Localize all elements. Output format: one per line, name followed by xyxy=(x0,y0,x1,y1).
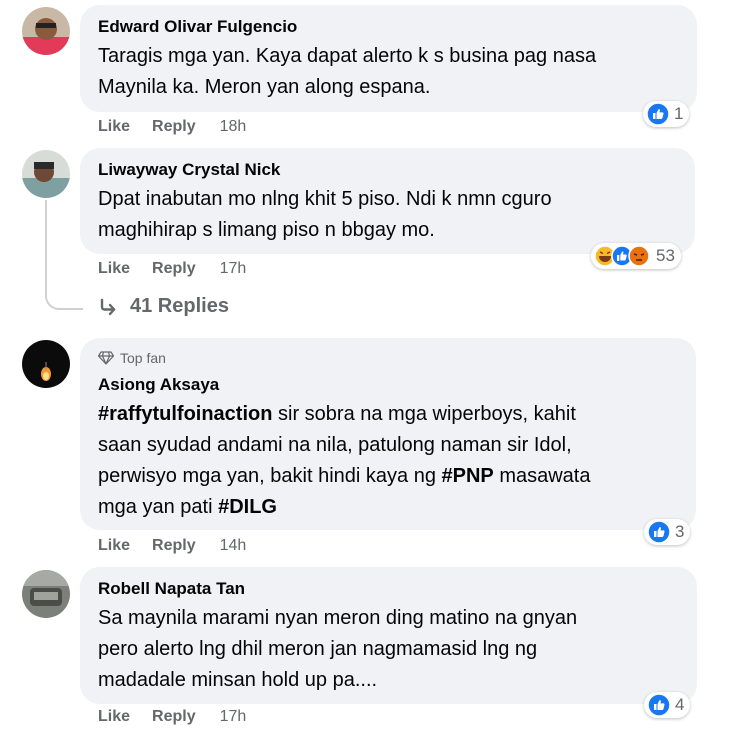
like-reaction-icon xyxy=(647,693,671,717)
comment-text: Sa maynila marami nyan meron ding matino… xyxy=(98,607,578,691)
comment-actions: Like Reply 17h xyxy=(98,708,246,726)
comment-timestamp[interactable]: 14h xyxy=(220,537,247,555)
comment-timestamp[interactable]: 17h xyxy=(220,708,247,726)
like-reaction-icon xyxy=(647,520,671,544)
like-reaction-icon xyxy=(646,102,670,126)
hashtag-link[interactable]: #raffytulfoinaction xyxy=(98,403,272,425)
reply-button[interactable]: Reply xyxy=(152,260,196,278)
reaction-summary[interactable]: 4 xyxy=(644,692,691,718)
like-button[interactable]: Like xyxy=(98,260,130,278)
comment-author[interactable]: Liwayway Crystal Nick xyxy=(98,160,280,180)
like-button[interactable]: Like xyxy=(98,118,130,136)
comment-text: #raffytulfoinaction sir sobra na mga wip… xyxy=(98,403,591,518)
view-replies-button[interactable]: 41 Replies xyxy=(98,295,229,318)
reply-button[interactable]: Reply xyxy=(152,537,196,555)
like-button[interactable]: Like xyxy=(98,537,130,555)
reaction-count: 53 xyxy=(656,246,675,265)
comment-author[interactable]: Robell Napata Tan xyxy=(98,579,245,599)
top-fan-badge: Top fan xyxy=(98,350,166,366)
avatar[interactable] xyxy=(22,150,70,198)
hashtag-link[interactable]: #PNP xyxy=(442,465,494,487)
replies-label: 41 Replies xyxy=(130,295,229,317)
reaction-count: 3 xyxy=(675,522,685,541)
reply-button[interactable]: Reply xyxy=(152,708,196,726)
top-fan-label: Top fan xyxy=(120,350,166,366)
comment-author[interactable]: Edward Olivar Fulgencio xyxy=(98,17,297,37)
avatar[interactable] xyxy=(22,7,70,55)
reply-arrow-icon xyxy=(100,298,116,315)
comment-timestamp[interactable]: 17h xyxy=(220,260,247,278)
comment-timestamp[interactable]: 18h xyxy=(220,118,247,136)
comment-actions: Like Reply 17h xyxy=(98,260,246,278)
reaction-summary[interactable]: 3 xyxy=(644,519,691,545)
avatar[interactable] xyxy=(22,340,70,388)
comment-text: Taragis mga yan. Kaya dapat alerto k s b… xyxy=(98,45,597,98)
reaction-summary[interactable]: 53 xyxy=(591,243,681,269)
avatar[interactable] xyxy=(22,570,70,618)
comment-text: Dpat inabutan mo nlng khit 5 piso. Ndi k… xyxy=(98,188,552,241)
hashtag-link[interactable]: #DILG xyxy=(218,496,277,518)
comment-actions: Like Reply 18h xyxy=(98,118,246,136)
comment-author[interactable]: Asiong Aksaya xyxy=(98,375,219,395)
comment-actions: Like Reply 14h xyxy=(98,537,246,555)
reaction-count: 4 xyxy=(675,695,685,714)
reply-button[interactable]: Reply xyxy=(152,118,196,136)
reaction-count: 1 xyxy=(674,104,684,123)
reply-thread-line xyxy=(45,200,83,310)
reaction-summary[interactable]: 1 xyxy=(643,101,690,127)
angry-reaction-icon xyxy=(628,245,650,267)
like-button[interactable]: Like xyxy=(98,708,130,726)
diamond-icon xyxy=(98,351,114,365)
